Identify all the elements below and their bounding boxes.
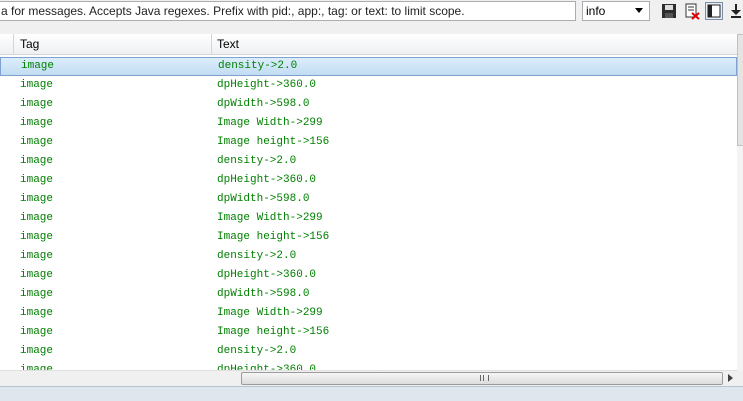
column-header-tag[interactable]: Tag	[20, 37, 39, 51]
row-tag: image	[20, 98, 54, 110]
row-text: density->2.0	[217, 345, 297, 357]
row-tag: image	[20, 307, 54, 319]
search-input[interactable]: a for messages. Accepts Java regexes. Pr…	[0, 1, 576, 21]
row-text: density->2.0	[217, 155, 297, 167]
row-tag: image	[20, 136, 54, 148]
row-text: density->2.0	[217, 250, 297, 262]
toggle-panel-icon[interactable]	[705, 2, 723, 20]
status-strip	[0, 386, 743, 401]
row-text: dpHeight->360.0	[217, 269, 317, 281]
table-row[interactable]: image dpWidth->598.0	[0, 190, 737, 209]
grip-icon	[480, 375, 489, 381]
row-text: Image Width->299	[217, 307, 323, 319]
table-row[interactable]: image Image Width->299	[0, 209, 737, 228]
chevron-down-icon[interactable]	[635, 8, 643, 13]
scroll-lock-icon[interactable]	[728, 2, 743, 20]
vertical-scrollbar[interactable]	[737, 34, 743, 370]
table-row[interactable]: image dpWidth->598.0	[0, 95, 737, 114]
table-row[interactable]: image dpWidth->598.0	[0, 285, 737, 304]
logcat-toolbar: a for messages. Accepts Java regexes. Pr…	[0, 0, 743, 24]
row-text: dpWidth->598.0	[217, 98, 310, 110]
table-row[interactable]: image dpHeight->360.0	[0, 76, 737, 95]
column-header-text[interactable]: Text	[217, 37, 239, 51]
row-tag: image	[21, 60, 55, 72]
row-tag: image	[20, 345, 54, 357]
logcat-table: Tag Text image density->2.0 image dpHeight-…	[0, 34, 737, 370]
table-row[interactable]: image Image Width->299	[0, 304, 737, 323]
row-tag: image	[20, 155, 54, 167]
row-text: Image Width->299	[217, 212, 323, 224]
table-row[interactable]: image Image Width->299	[0, 114, 737, 133]
row-text: dpHeight->360.0	[217, 174, 317, 186]
table-row[interactable]: image density->2.0	[0, 57, 737, 76]
row-text: dpWidth->598.0	[217, 193, 310, 205]
table-row[interactable]: image density->2.0	[0, 152, 737, 171]
column-separator[interactable]	[211, 34, 212, 54]
table-row[interactable]: image Image height->156	[0, 133, 737, 152]
row-tag: image	[20, 193, 54, 205]
horizontal-scroll-thumb[interactable]	[241, 372, 723, 385]
table-row[interactable]: image dpHeight->360.0	[0, 266, 737, 285]
log-level-value: info	[586, 4, 606, 18]
table-row[interactable]: image Image height->156	[0, 323, 737, 342]
row-tag: image	[20, 174, 54, 186]
row-text: Image height->156	[217, 326, 330, 338]
save-icon[interactable]	[660, 2, 678, 20]
row-tag: image	[20, 250, 54, 262]
clear-log-icon[interactable]	[683, 2, 701, 20]
table-row[interactable]: image dpHeight->360.0	[0, 361, 737, 370]
scroll-right-arrow-icon[interactable]	[728, 374, 733, 382]
row-tag: image	[20, 326, 54, 338]
row-text: density->2.0	[218, 60, 298, 72]
table-row[interactable]: image density->2.0	[0, 342, 737, 361]
table-header: Tag Text	[0, 34, 737, 55]
row-text: Image height->156	[217, 136, 330, 148]
row-tag: image	[20, 117, 54, 129]
row-tag: image	[20, 231, 54, 243]
log-level-select[interactable]: info	[582, 1, 650, 21]
row-text: Image Width->299	[217, 117, 323, 129]
row-tag: image	[20, 212, 54, 224]
row-text: Image height->156	[217, 231, 330, 243]
vertical-scroll-thumb[interactable]	[737, 34, 743, 146]
table-row[interactable]: image Image height->156	[0, 228, 737, 247]
table-row[interactable]: image dpHeight->360.0	[0, 171, 737, 190]
row-text: dpHeight->360.0	[217, 79, 317, 91]
horizontal-scrollbar[interactable]	[0, 370, 737, 386]
column-separator	[13, 34, 14, 54]
row-tag: image	[20, 269, 54, 281]
row-tag: image	[20, 288, 54, 300]
table-row[interactable]: image density->2.0	[0, 247, 737, 266]
row-text: dpWidth->598.0	[217, 288, 310, 300]
row-tag: image	[20, 79, 54, 91]
